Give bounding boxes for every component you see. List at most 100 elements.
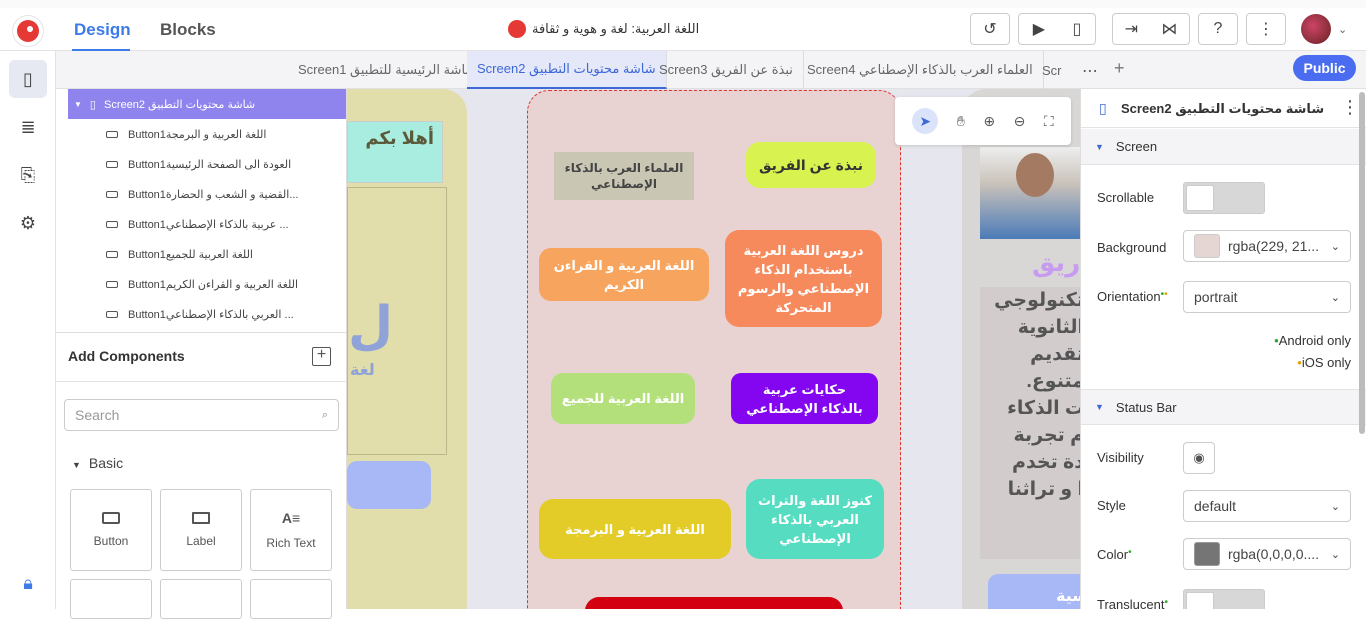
left-screen-preview[interactable]: أهلا بكم ل لغة: [347, 89, 467, 609]
screen-icon[interactable]: ▯: [9, 60, 47, 98]
component-tile[interactable]: [70, 579, 152, 619]
component-tile[interactable]: [160, 579, 242, 619]
chevron-down-icon: ⌄: [1330, 548, 1340, 561]
share-icon[interactable]: ⋈: [1161, 19, 1177, 39]
more-tabs-icon[interactable]: ⋯: [1082, 61, 1098, 81]
button-arabic-lessons-ai[interactable]: دروس اللغة العربية باستخدام الذكاء الإصط…: [725, 230, 882, 327]
pan-tool-icon[interactable]: ✋︎: [957, 113, 965, 130]
tree-item[interactable]: Button1العودة الى الصفحة الرئيسية: [56, 149, 346, 179]
tree-item-label: Button1العربي بالذكاء الإصطناعي ...: [128, 308, 294, 321]
database-icon[interactable]: ≣: [9, 108, 47, 146]
avatar[interactable]: [1301, 14, 1331, 44]
history-button[interactable]: ↺: [970, 13, 1010, 45]
more-vert-icon[interactable]: ⋮: [1341, 97, 1359, 118]
button-arabic-for-all[interactable]: اللغة العربية للجميع: [551, 373, 695, 424]
orientation-select[interactable]: portrait ⌄: [1183, 281, 1351, 313]
color-swatch: [1194, 234, 1220, 258]
publish-button[interactable]: Public: [1293, 55, 1356, 81]
help-button[interactable]: ?: [1198, 13, 1238, 45]
chevron-down-icon: ⌄: [1330, 291, 1340, 304]
component-rich-text[interactable]: A≡ Rich Text: [250, 489, 332, 571]
add-screen-icon[interactable]: +: [1114, 58, 1125, 79]
canvas-toolbar: ➤ ✋︎ ⊕ ⊖ ⛶: [895, 97, 1071, 145]
button-icon: [106, 130, 118, 138]
fit-screen-icon[interactable]: ⛶: [1044, 113, 1054, 130]
caret-down-icon[interactable]: ▼: [74, 100, 82, 109]
component-tile[interactable]: [250, 579, 332, 619]
screen-tabs: Screen1 الشاشة الرئيسية للتطبيق Screen2 …: [56, 51, 1366, 89]
android-dot: •: [1128, 547, 1132, 558]
tree-item[interactable]: Button1عربية بالذكاء الإصطناعي ...: [56, 209, 346, 239]
app-logo[interactable]: [12, 15, 44, 47]
search-input[interactable]: Search ⌕: [64, 399, 339, 431]
zoom-out-icon[interactable]: ⊖: [1014, 113, 1026, 130]
tab-screen3[interactable]: Screen3 نبذة عن الفريق: [649, 51, 804, 89]
label-icon: [192, 512, 210, 524]
tree-root-screen2[interactable]: ▼ ▯ Screen2 شاشة محتويات التطبيق: [68, 89, 346, 119]
style-select[interactable]: default ⌄: [1183, 490, 1351, 522]
tree-item-label: Button1عربية بالذكاء الإصطناعي ...: [128, 218, 289, 231]
screen2-preview[interactable]: العلماء العرب بالذكاء الإصطناعي نبذة عن …: [527, 90, 901, 609]
color-value: rgba(0,0,0,0....: [1228, 546, 1320, 562]
translucent-toggle[interactable]: [1183, 589, 1265, 609]
description-line: دة تخدم: [1012, 452, 1080, 473]
tree-item[interactable]: Button1اللغة العربية و القراءن الكريم: [56, 269, 346, 299]
section-status-bar[interactable]: ▼ Status Bar: [1081, 389, 1366, 425]
basic-group-header[interactable]: ▼ Basic: [72, 455, 123, 471]
zoom-in-icon[interactable]: ⊕: [983, 113, 995, 130]
rich-text-icon: A≡: [281, 510, 301, 526]
chevron-down-icon[interactable]: ⌄: [1338, 23, 1347, 36]
background-select[interactable]: rgba(229, 21... ⌄: [1183, 230, 1351, 262]
left-screen-button[interactable]: [347, 461, 431, 509]
tab-screen4[interactable]: Screen4 العلماء العرب بالذكاء الإصطناعي: [797, 51, 1044, 89]
style-label: Style: [1097, 498, 1126, 513]
tree-item[interactable]: Button1اللغة العربية للجميع: [56, 239, 346, 269]
visibility-toggle[interactable]: ◉: [1183, 442, 1215, 474]
button-arabic-stories-ai[interactable]: حكايات عربية بالذكاء الإصطناعي: [731, 373, 878, 424]
chevron-down-icon: ⌄: [1330, 240, 1340, 253]
button-back-home[interactable]: [585, 597, 843, 609]
section-screen[interactable]: ▼ Screen: [1081, 129, 1366, 165]
tab-design[interactable]: Design: [74, 20, 131, 40]
properties-scrollbar[interactable]: [1359, 92, 1365, 434]
tree-item[interactable]: Button1القضية و الشعب و الحضارة...: [56, 179, 346, 209]
device-icon[interactable]: ▯: [1072, 19, 1081, 39]
android-only-text: Android only: [1278, 333, 1351, 348]
preview-group: ▶ ▯: [1018, 13, 1096, 45]
tree-item[interactable]: Button1العربي بالذكاء الإصطناعي ...: [56, 299, 346, 329]
more-menu-button[interactable]: ⋮: [1246, 13, 1286, 45]
tab-screen1[interactable]: Screen1 الشاشة الرئيسية للتطبيق: [288, 51, 496, 89]
tab-blocks[interactable]: Blocks: [160, 20, 216, 40]
design-canvas: أهلا بكم ل لغة العلماء العرب بالذكاء الإ…: [347, 89, 1080, 609]
logo-frame: ل لغة: [347, 187, 447, 455]
component-tree: ▼ ▯ Screen2 شاشة محتويات التطبيق Button1…: [56, 89, 347, 332]
export-icon[interactable]: ⇥: [1125, 19, 1138, 39]
section-title: Status Bar: [1115, 399, 1177, 415]
button-about-team[interactable]: نبذة عن الفريق: [746, 142, 876, 188]
component-label: Button: [93, 534, 129, 548]
preview-icon[interactable]: ▶: [1033, 19, 1045, 39]
button-icon: [102, 512, 120, 524]
android-only-note: •Android only: [1261, 333, 1351, 348]
tab-screen2[interactable]: Screen2 شاشة محتويات التطبيق: [467, 51, 667, 89]
right-screen-button[interactable]: سية: [988, 574, 1080, 609]
right-screen-preview[interactable]: ريق تكنولوجي الثانوية تقديم متنوع. ت الذ…: [962, 89, 1080, 609]
button-arab-scientists[interactable]: العلماء العرب بالذكاء الإصطناعي: [554, 152, 694, 200]
select-tool-icon[interactable]: ➤: [912, 108, 939, 134]
assets-icon[interactable]: ⎘: [9, 156, 47, 194]
color-select[interactable]: rgba(0,0,0,0.... ⌄: [1183, 538, 1351, 570]
background-label: Background: [1097, 240, 1167, 255]
lock-icon[interactable]: 🔒︎: [9, 564, 47, 602]
tab-screen5[interactable]: Scr: [1032, 51, 1072, 89]
add-icon[interactable]: +: [312, 347, 331, 366]
scrollable-toggle[interactable]: [1183, 182, 1265, 214]
component-label-widget[interactable]: Label: [160, 489, 242, 571]
component-button[interactable]: Button: [70, 489, 152, 571]
settings-icon[interactable]: ⚙: [9, 204, 47, 242]
tree-item[interactable]: Button1اللغة العربية و البرمجة: [56, 119, 346, 149]
button-arabic-quran[interactable]: اللغة العربية و القراءن الكريم: [539, 248, 709, 301]
project-title[interactable]: اللغة العربية: لغة و هوية و ثقافة: [508, 20, 699, 38]
button-arabic-programming[interactable]: اللغة العربية و البرمجة: [539, 499, 731, 559]
button-treasures-ai[interactable]: كنوز اللغة والتراث العربي بالذكاء الإصطن…: [746, 479, 884, 559]
properties-header: ▯ Screen2 شاشة محتويات التطبيق ⋮: [1081, 89, 1366, 128]
